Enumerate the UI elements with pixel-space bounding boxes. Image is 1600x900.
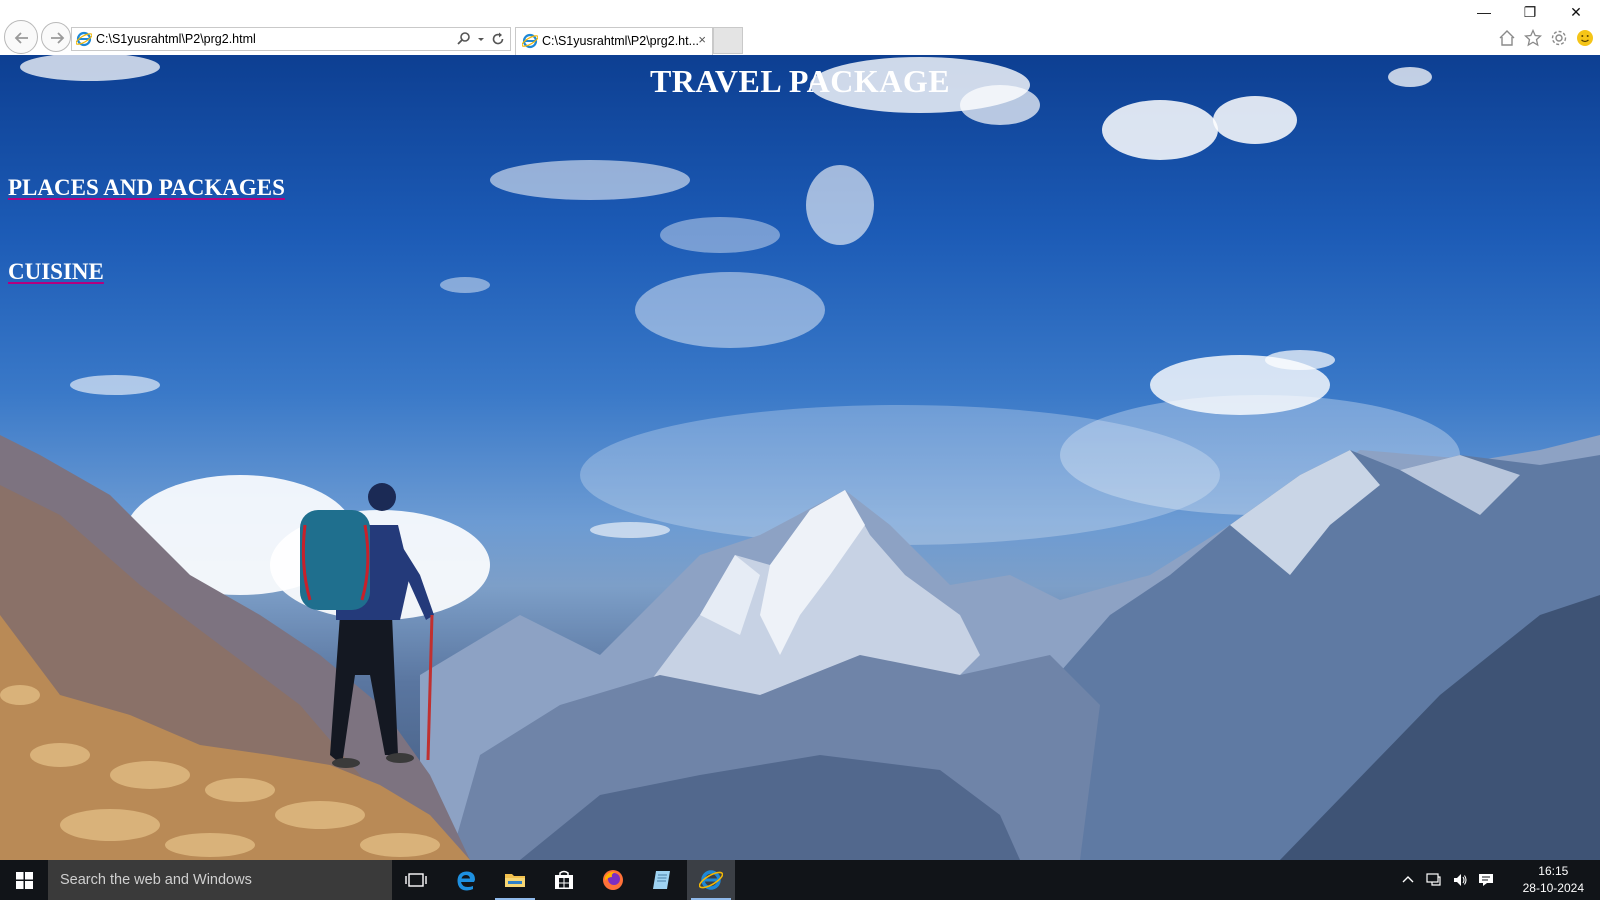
file-explorer-taskbar-button[interactable]: [491, 860, 539, 900]
browser-tab[interactable]: C:\S1yusrahtml\P2\prg2.ht... ×: [515, 27, 713, 55]
cuisine-link[interactable]: CUISINE: [8, 259, 104, 285]
tab-title: C:\S1yusrahtml\P2\prg2.ht...: [542, 34, 700, 48]
address-bar[interactable]: C:\S1yusrahtml\P2\prg2.html: [71, 27, 511, 51]
feedback-smiley-icon[interactable]: [1576, 29, 1594, 47]
minimize-button[interactable]: —: [1461, 4, 1507, 26]
taskbar-clock[interactable]: 16:15 28-10-2024: [1523, 863, 1584, 897]
forward-arrow-icon: [51, 32, 65, 44]
page-favicon-icon: [76, 31, 92, 47]
start-button[interactable]: [0, 860, 48, 900]
system-tray: [1400, 872, 1494, 888]
task-view-button[interactable]: [392, 860, 440, 900]
firefox-taskbar-button[interactable]: [589, 860, 637, 900]
settings-gear-icon[interactable]: [1550, 29, 1568, 47]
browser-chrome: C:\S1yusrahtml\P2\prg2.html C:\S1yusraht…: [0, 0, 1600, 56]
refresh-icon[interactable]: [490, 31, 506, 47]
back-button[interactable]: [4, 20, 38, 54]
page-title: TRAVEL PACKAGE: [649, 63, 951, 99]
taskbar-search-box[interactable]: Search the web and Windows: [48, 860, 392, 900]
task-view-icon: [405, 873, 427, 887]
windows-logo-icon: [16, 872, 33, 889]
show-hidden-icons-chevron-icon[interactable]: [1400, 872, 1416, 888]
places-and-packages-link[interactable]: PLACES AND PACKAGES: [8, 175, 285, 201]
store-taskbar-button[interactable]: [540, 860, 588, 900]
windows-taskbar: Search the web and Windows 16:15 28-10-2…: [0, 860, 1600, 900]
page-viewport: TRAVEL PACKAGE PLACES AND PACKAGES CUISI…: [0, 55, 1600, 860]
url-text[interactable]: C:\S1yusrahtml\P2\prg2.html: [96, 32, 256, 46]
favorites-star-icon[interactable]: [1524, 29, 1542, 47]
file-explorer-icon: [505, 874, 525, 887]
maximize-button[interactable]: ❐: [1507, 4, 1553, 26]
network-icon[interactable]: [1426, 872, 1442, 888]
tab-close-icon[interactable]: ×: [698, 32, 706, 47]
store-icon: [555, 870, 573, 889]
dropdown-arrow-icon[interactable]: [476, 31, 486, 47]
clock-date: 28-10-2024: [1522, 881, 1584, 895]
home-icon[interactable]: [1498, 29, 1516, 47]
tab-favicon-icon: [522, 33, 538, 49]
new-tab-button[interactable]: [713, 27, 743, 54]
firefox-icon: [603, 870, 623, 890]
back-arrow-icon: [14, 32, 28, 44]
forward-button[interactable]: [41, 22, 71, 52]
search-icon[interactable]: [456, 31, 472, 47]
notepad-icon: [653, 871, 670, 889]
internet-explorer-taskbar-button[interactable]: [687, 860, 735, 900]
action-center-icon[interactable]: [1478, 872, 1494, 888]
search-placeholder: Search the web and Windows: [60, 872, 252, 888]
edge-icon: [457, 871, 475, 891]
notepad-taskbar-button[interactable]: [638, 860, 686, 900]
close-window-button[interactable]: ✕: [1553, 4, 1599, 26]
internet-explorer-icon: [699, 870, 723, 890]
volume-icon[interactable]: [1452, 872, 1468, 888]
edge-taskbar-button[interactable]: [442, 860, 490, 900]
clock-time: 16:15: [1538, 864, 1569, 878]
